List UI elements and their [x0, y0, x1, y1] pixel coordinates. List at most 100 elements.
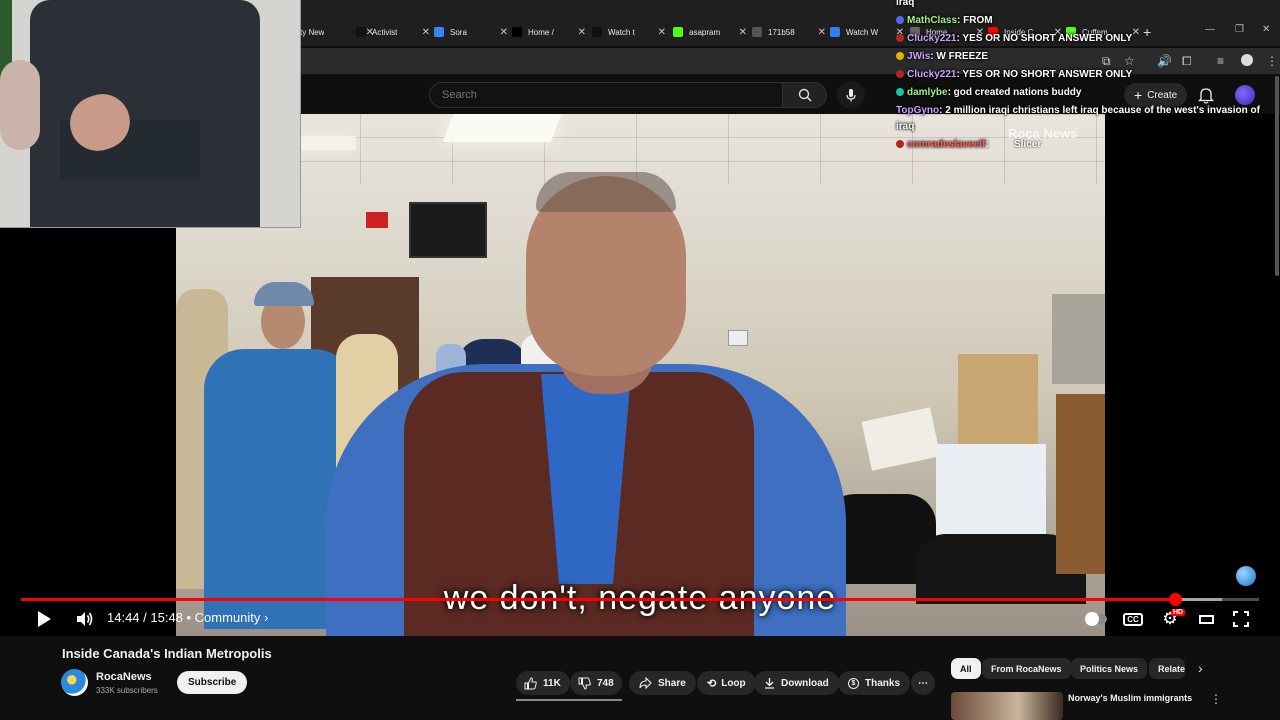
loop-label: Loop [721, 677, 746, 689]
chat-text: : FROM [957, 15, 993, 26]
tiktok-icon [356, 27, 366, 37]
filter-chip[interactable]: Relate [1149, 658, 1185, 679]
tab-title: 171b58 [768, 27, 795, 37]
channel-avatar[interactable] [61, 669, 88, 696]
tab-close-icon[interactable]: ✕ [578, 27, 586, 38]
subscribe-button[interactable]: Subscribe [177, 671, 248, 694]
chat-message: MathClass: FROM [896, 14, 993, 27]
thanks-button[interactable]: $ Thanks [838, 671, 911, 695]
search-button[interactable] [783, 82, 827, 108]
chat-message: JWis: W FREEZE [896, 50, 988, 63]
chat-badge-icon [896, 88, 904, 96]
video-frame[interactable] [176, 114, 1105, 636]
x-icon [512, 27, 522, 37]
tab-title: Sora [450, 27, 467, 37]
subscriber-count: 333K subscribers [96, 686, 158, 695]
slicer-label: Slicer [1014, 139, 1042, 150]
hat [254, 282, 314, 306]
filter-chip[interactable]: All [951, 658, 981, 679]
exit-sign [366, 212, 388, 228]
tab-title: Watch t [608, 27, 635, 37]
tab-close-icon[interactable]: ✕ [422, 27, 430, 38]
thanks-label: Thanks [865, 677, 901, 689]
play-button[interactable] [33, 608, 55, 630]
autoplay-toggle[interactable] [1083, 608, 1109, 630]
search-icon [798, 88, 812, 102]
chat-message: comradeslaveelf: [896, 138, 989, 151]
browser-tab[interactable]: Watch t ✕ [592, 22, 666, 42]
more-actions-button[interactable]: ⋯ [911, 671, 935, 695]
chat-badge-icon [896, 16, 904, 24]
thumbs-up-icon [524, 676, 537, 689]
progress-bar[interactable] [21, 593, 1259, 606]
tab-close-icon[interactable]: ✕ [739, 27, 747, 38]
chat-text: : W FREEZE [930, 51, 989, 62]
chat-badge-icon [896, 140, 904, 148]
browser-tab[interactable]: Activist ✕ [356, 22, 430, 42]
filter-chip[interactable]: Politics News [1071, 658, 1148, 679]
browser-tab[interactable]: Home / ✕ [512, 22, 586, 42]
filter-chip[interactable]: From RocaNews [982, 658, 1071, 679]
theater-mode-button[interactable] [1195, 608, 1217, 630]
streamer-arm [0, 60, 40, 150]
browser-tab[interactable]: asapram ✕ [673, 22, 747, 42]
captions-button[interactable]: CC [1122, 608, 1144, 630]
chips-next-icon[interactable]: › [1198, 660, 1203, 676]
search-input[interactable] [430, 83, 782, 107]
recommendation-menu-icon[interactable]: ⋮ [1210, 692, 1222, 706]
autoplay-pause-icon [1085, 612, 1107, 626]
page-scrollbar[interactable] [1275, 76, 1279, 276]
progress-scrubber-handle[interactable] [1168, 593, 1182, 606]
chat-badge-icon [896, 34, 904, 42]
browser-tab[interactable]: Sora ✕ [434, 22, 508, 42]
thanks-icon: $ [848, 677, 859, 689]
time-display[interactable]: 14:44 / 15:48 • Community › [107, 610, 268, 625]
tab-title: Home / [528, 27, 554, 37]
tab-title: Watch W [846, 27, 879, 37]
wall-outlet [728, 330, 748, 346]
channel-name[interactable]: RocaNews [96, 671, 152, 683]
chat-text: : 2 million iraqi christians left iraq b… [939, 105, 1260, 116]
chat-message: Clucky221: YES OR NO SHORT ANSWER ONLY [896, 32, 1132, 45]
chat-text: : YES OR NO SHORT ANSWER ONLY [956, 69, 1133, 80]
like-ratio-bar [516, 699, 622, 701]
dislike-button[interactable]: 748 [570, 671, 622, 695]
wooden-shelf [1056, 394, 1105, 574]
chat-text: iraq [896, 121, 915, 132]
wall-tv [409, 202, 487, 258]
subject-hair [536, 172, 676, 212]
share-label: Share [658, 677, 686, 689]
like-count: 11K [543, 677, 561, 689]
streamer-torso [30, 0, 260, 227]
box-lid [861, 407, 941, 471]
chat-text: : god created nations buddy [947, 87, 1082, 98]
tab-close-icon[interactable]: ✕ [818, 27, 826, 38]
share-icon [639, 677, 652, 689]
search-box[interactable] [429, 82, 783, 108]
like-button[interactable]: 11K [516, 671, 570, 695]
chat-badge-icon [896, 52, 904, 60]
recommendation-thumbnail[interactable] [951, 692, 1063, 720]
channel-watermark-icon[interactable] [1236, 566, 1256, 586]
microphone-icon [846, 89, 856, 102]
mute-button[interactable] [73, 608, 97, 630]
loop-icon: ⟲ [707, 677, 717, 690]
voice-search-button[interactable] [837, 81, 865, 109]
recommendation-title[interactable]: Norway's Muslim immigrants [1068, 693, 1192, 703]
tab-close-icon[interactable]: ✕ [658, 27, 666, 38]
chat-username: comradeslaveelf [907, 139, 986, 150]
theater-icon [1198, 614, 1214, 624]
download-label: Download [781, 677, 829, 689]
volume-icon [77, 612, 93, 626]
settings-button[interactable]: ⚙ HD [1158, 608, 1186, 630]
browser-tab[interactable]: 171b58 ✕ [752, 22, 826, 42]
download-button[interactable]: Download [754, 671, 839, 695]
tab-close-icon[interactable]: ✕ [500, 27, 508, 38]
fullscreen-button[interactable] [1230, 608, 1252, 630]
share-button[interactable]: Share [629, 671, 696, 695]
loop-button[interactable]: ⟲ Loop [697, 671, 756, 695]
chat-message: iraq [896, 0, 914, 9]
thumbs-down-icon [578, 677, 591, 690]
chat-username: JWis [907, 51, 931, 62]
tiktok-icon [592, 27, 602, 37]
